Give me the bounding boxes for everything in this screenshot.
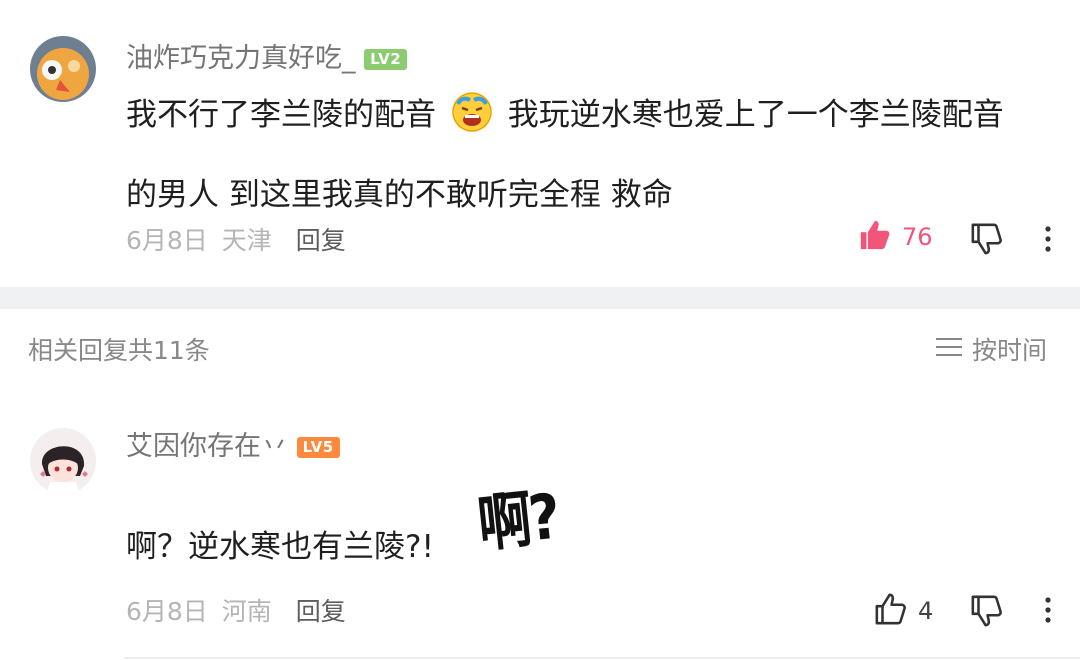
comment-date: 6月8日 [126, 226, 208, 255]
sort-button[interactable]: 按时间 [936, 331, 1047, 367]
sort-lines-icon [936, 335, 962, 364]
comment-location: 天津 [221, 226, 272, 255]
sticker-text: 啊? [474, 480, 561, 561]
like-count: 76 [902, 223, 933, 251]
reply-reply-button[interactable]: 回复 [296, 597, 346, 626]
more-vertical-icon [1038, 226, 1058, 258]
more-options-button[interactable] [1038, 224, 1058, 258]
comment-username[interactable]: 油炸巧克力真好吃_ [126, 43, 356, 74]
thumbs-down-icon [970, 223, 1004, 260]
reply-divider [124, 657, 1080, 659]
comment-author[interactable]: 油炸巧克力真好吃_ LV2 [126, 36, 408, 75]
reply-dislike-button[interactable] [970, 594, 1004, 632]
comment-text-line2: 的男人 到这里我真的不敢听完全程 救命 [126, 177, 673, 213]
comment-text-part2: 我玩逆水寒也爱上了一个李兰陵配音 [507, 97, 1004, 133]
section-divider [0, 287, 1080, 309]
comment-text: 我不行了李兰陵的配音 我玩逆水寒也爱上了一个李兰陵配音 的男人 到这里我真的不敢… [126, 80, 1056, 231]
avatar[interactable] [30, 36, 96, 102]
reply-date: 6月8日 [126, 597, 208, 626]
reply-meta: 6月8日 河南 回复 [126, 592, 346, 628]
reply-more-options-button[interactable] [1038, 595, 1058, 629]
reply-avatar[interactable] [30, 428, 96, 494]
reply-like-count: 4 [918, 597, 934, 625]
replies-count-title: 相关回复共11条 [28, 336, 210, 365]
reply-button[interactable]: 回复 [296, 226, 346, 255]
avatar-image [30, 36, 96, 102]
reply-location: 河南 [221, 597, 272, 626]
thumbs-up-filled-icon [858, 218, 892, 256]
thumbs-up-icon [874, 592, 908, 630]
reply-username[interactable]: 艾因你存在丷 [126, 431, 288, 462]
like-button[interactable]: 76 [858, 218, 933, 256]
reply-avatar-image [30, 428, 96, 494]
thumbs-down-icon [970, 595, 1004, 632]
crying-laughing-emoji-icon [450, 89, 494, 160]
comment-text-part1: 我不行了李兰陵的配音 [126, 97, 436, 133]
level-badge: LV2 [364, 49, 408, 70]
reply-author[interactable]: 艾因你存在丷 LV5 [126, 424, 340, 463]
reply-text: 啊？逆水寒也有兰陵?! [126, 529, 434, 565]
comment-meta: 6月8日 天津 回复 [126, 221, 346, 257]
reply-like-button[interactable]: 4 [874, 592, 933, 630]
sort-label: 按时间 [972, 336, 1048, 365]
more-vertical-icon [1038, 597, 1058, 629]
sticker-image: 啊? [474, 480, 578, 562]
reply-level-badge: LV5 [296, 437, 340, 458]
dislike-button[interactable] [970, 222, 1004, 260]
